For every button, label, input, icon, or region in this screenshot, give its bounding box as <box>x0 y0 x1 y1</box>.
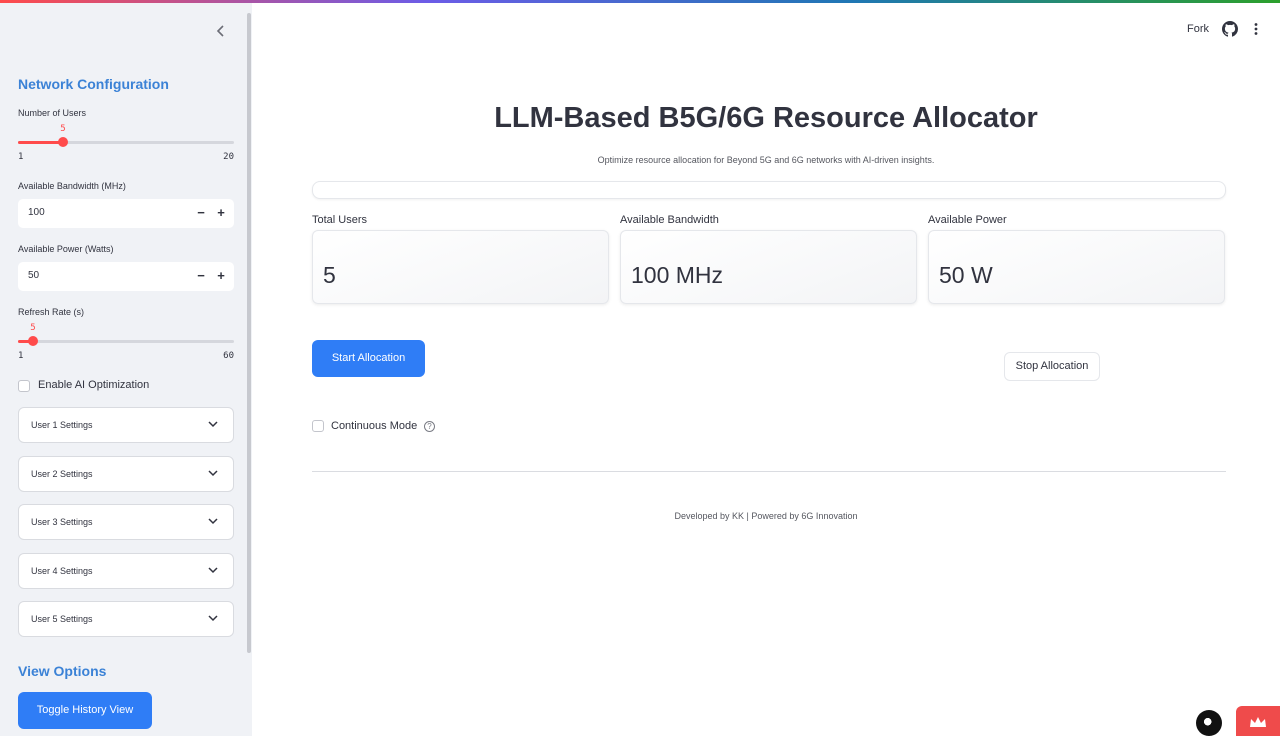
toggle-history-button[interactable]: Toggle History View <box>18 692 152 729</box>
ai-optimization-label: Enable AI Optimization <box>38 379 150 391</box>
num-users-slider[interactable]: 5 1 20 <box>18 124 234 166</box>
expander-label: User 5 Settings <box>31 614 93 624</box>
page-title: LLM-Based B5G/6G Resource Allocator <box>494 102 1038 134</box>
slider-min: 1 <box>18 351 24 361</box>
user-1-settings-expander[interactable]: User 1 Settings <box>18 407 234 443</box>
chevron-down-icon <box>208 567 218 574</box>
chevron-down-icon <box>208 470 218 477</box>
chevron-down-icon <box>208 421 218 428</box>
crown-icon <box>1250 717 1266 727</box>
power-value[interactable]: 50 <box>28 270 39 281</box>
slider-max: 20 <box>223 152 234 162</box>
refresh-rate-slider[interactable]: 5 1 60 <box>18 323 234 365</box>
sidebar: Network Configuration Number of Users 5 … <box>0 3 252 736</box>
slider-thumb[interactable] <box>58 137 68 147</box>
slider-value: 5 <box>30 323 36 333</box>
slider-thumb[interactable] <box>28 336 38 346</box>
sidebar-scrollbar[interactable] <box>247 13 251 653</box>
bandwidth-increment-button[interactable]: + <box>212 204 230 222</box>
metric-label-bandwidth: Available Bandwidth <box>620 214 719 226</box>
slider-min: 1 <box>18 152 24 162</box>
metric-value-users: 5 <box>323 262 336 288</box>
power-decrement-button[interactable]: − <box>192 267 210 285</box>
status-bar <box>312 181 1226 199</box>
chevron-down-icon <box>208 518 218 525</box>
question-circle-icon[interactable]: ? <box>424 421 435 432</box>
refresh-rate-label: Refresh Rate (s) <box>18 307 85 317</box>
continuous-mode-checkbox[interactable] <box>312 420 324 432</box>
slider-track <box>18 340 234 343</box>
expander-label: User 2 Settings <box>31 469 93 479</box>
expander-label: User 1 Settings <box>31 420 93 430</box>
stop-allocation-button[interactable]: Stop Allocation <box>1004 352 1100 381</box>
bandwidth-input[interactable]: 100 − + <box>18 199 234 228</box>
user-3-settings-expander[interactable]: User 3 Settings <box>18 504 234 540</box>
metric-card-bandwidth: 100 MHz <box>620 230 917 304</box>
avatar[interactable] <box>1196 710 1222 736</box>
metric-label-users: Total Users <box>312 214 368 226</box>
metric-label-power: Available Power <box>928 214 1007 226</box>
network-config-header: Network Configuration <box>18 76 169 92</box>
power-label: Available Power (Watts) <box>18 244 114 254</box>
kebab-menu-icon[interactable] <box>1248 21 1264 37</box>
fork-button[interactable]: Fork <box>1187 23 1209 35</box>
continuous-mode-label: Continuous Mode <box>331 420 418 432</box>
expander-label: User 4 Settings <box>31 566 93 576</box>
bandwidth-label: Available Bandwidth (MHz) <box>18 181 126 191</box>
bandwidth-value[interactable]: 100 <box>28 207 45 218</box>
chevron-down-icon <box>208 615 218 622</box>
metric-card-power: 50 W <box>928 230 1225 304</box>
expander-label: User 3 Settings <box>31 517 93 527</box>
ai-optimization-checkbox[interactable] <box>18 380 30 392</box>
power-increment-button[interactable]: + <box>212 267 230 285</box>
bandwidth-decrement-button[interactable]: − <box>192 204 210 222</box>
view-options-header: View Options <box>18 663 107 679</box>
github-icon[interactable] <box>1222 21 1238 37</box>
chevron-left-icon[interactable] <box>212 23 230 41</box>
user-2-settings-expander[interactable]: User 2 Settings <box>18 456 234 492</box>
slider-fill <box>18 141 63 144</box>
start-allocation-button[interactable]: Start Allocation <box>312 340 425 377</box>
num-users-label: Number of Users <box>18 108 87 118</box>
footer-text: Developed by KK | Powered by 6G Innovati… <box>674 511 858 521</box>
slider-max: 60 <box>223 351 234 361</box>
user-4-settings-expander[interactable]: User 4 Settings <box>18 553 234 589</box>
streamlit-badge[interactable] <box>1236 706 1280 736</box>
power-input[interactable]: 50 − + <box>18 262 234 291</box>
slider-value: 5 <box>60 124 66 134</box>
metric-card-users: 5 <box>312 230 609 304</box>
metric-value-power: 50 W <box>939 262 993 288</box>
divider <box>312 471 1226 472</box>
user-5-settings-expander[interactable]: User 5 Settings <box>18 601 234 637</box>
metric-value-bandwidth: 100 MHz <box>631 262 724 288</box>
page-subtitle: Optimize resource allocation for Beyond … <box>597 155 935 165</box>
